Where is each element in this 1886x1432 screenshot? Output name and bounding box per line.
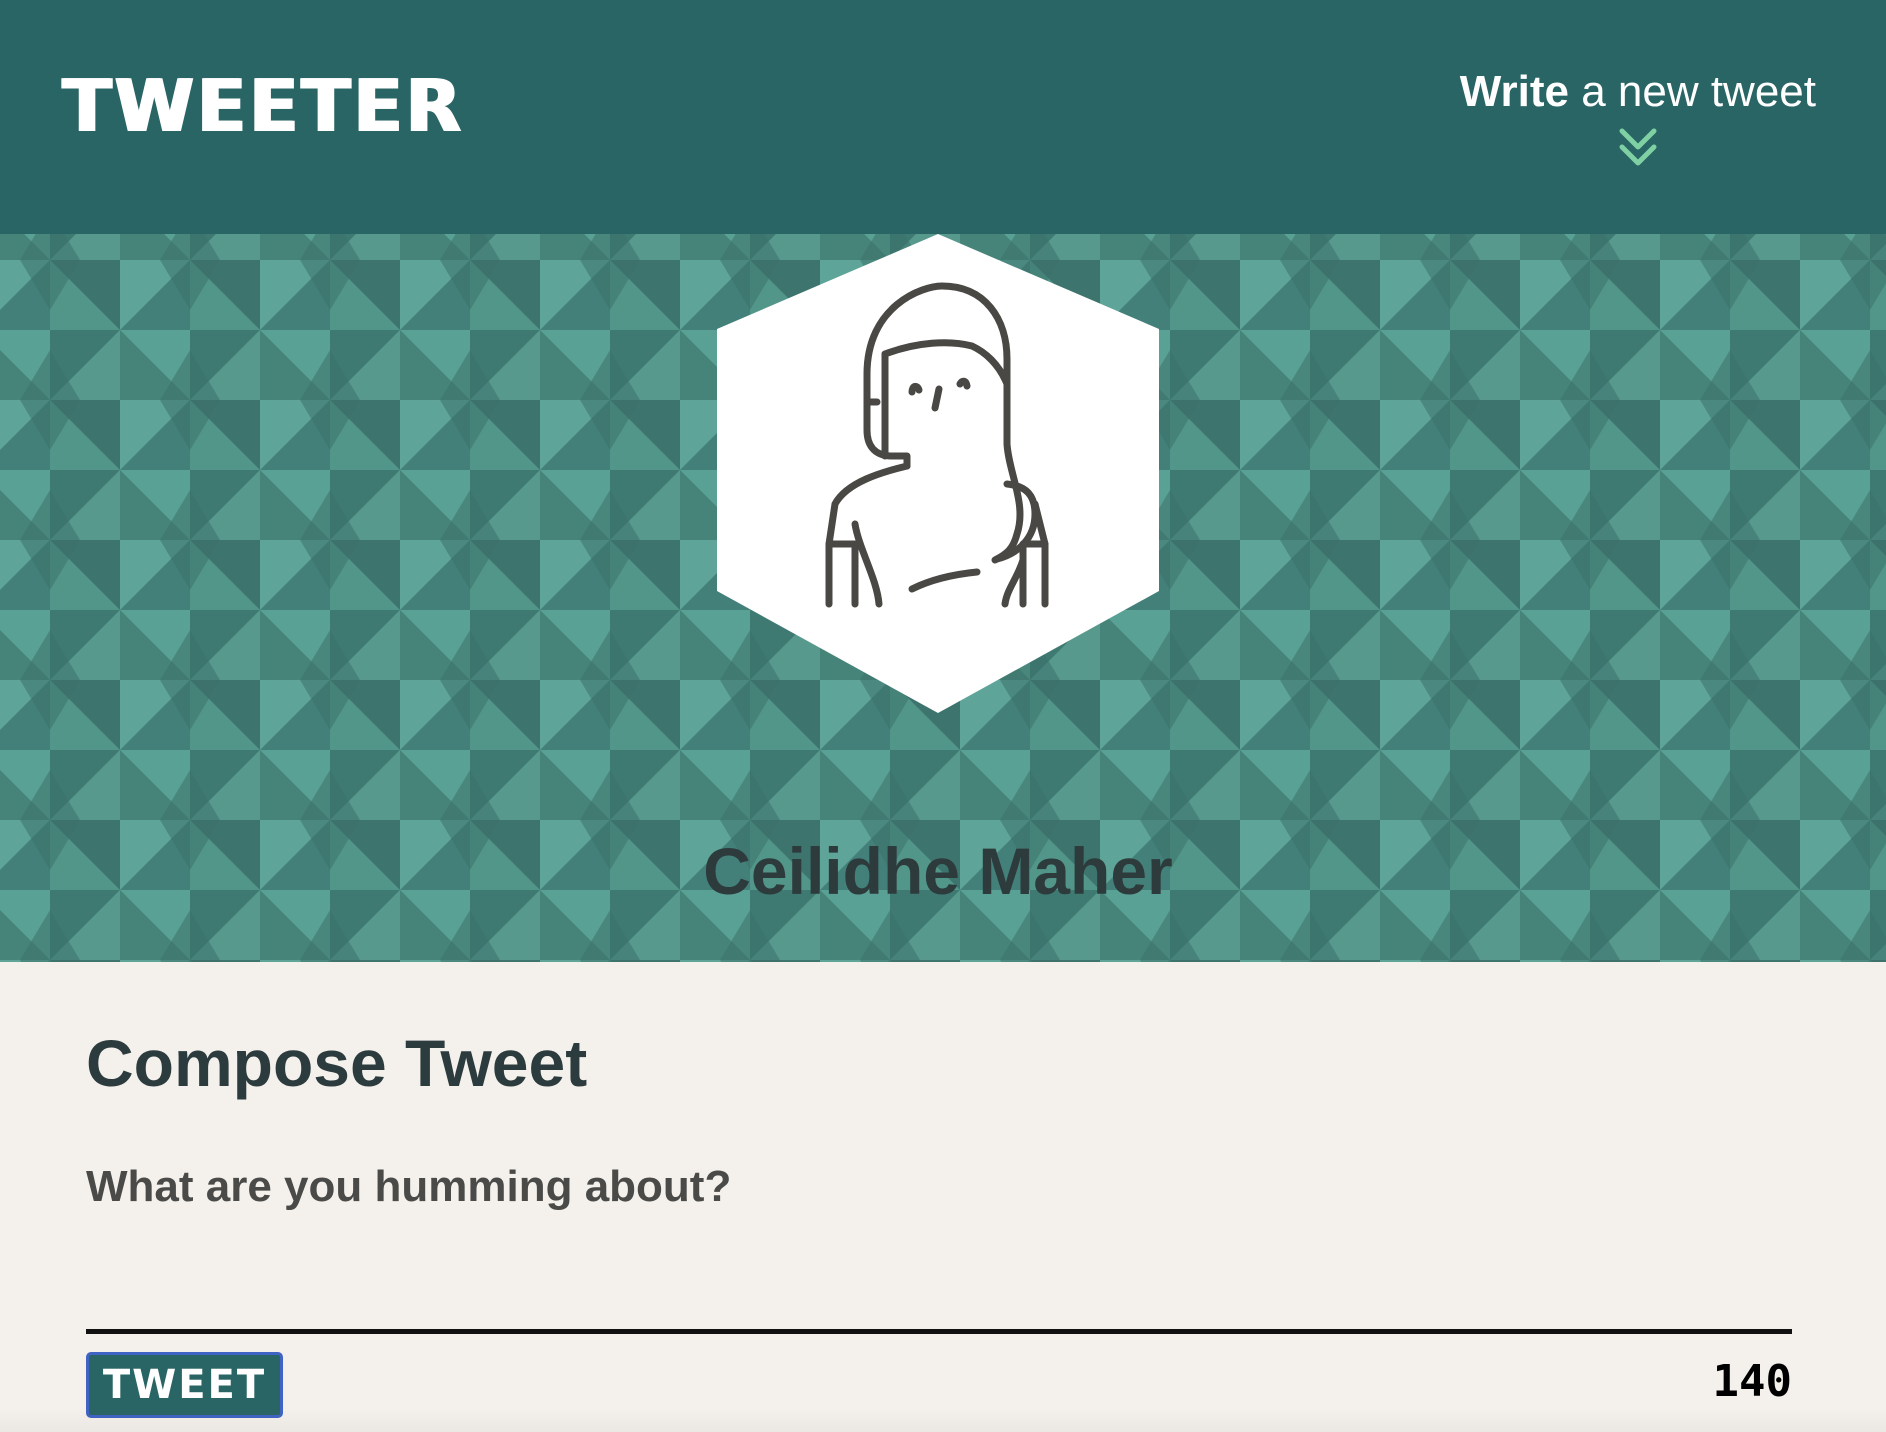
compose-title: Compose Tweet <box>86 1026 588 1100</box>
write-new-tweet-label-bold: Write <box>1459 67 1569 116</box>
profile-name: Ceilidhe Maher <box>703 834 1173 908</box>
character-counter: 140 <box>1712 1356 1792 1407</box>
compose-section: Compose Tweet TWEET 140 <box>86 1026 1792 1418</box>
write-new-tweet-label-rest: a new tweet <box>1568 67 1816 116</box>
top-nav: TWEETER Write a new tweet <box>0 0 1886 234</box>
write-new-tweet-label: Write a new tweet <box>1460 70 1816 114</box>
app-logo[interactable]: TWEETER <box>62 70 464 142</box>
double-chevron-down-icon[interactable] <box>1617 126 1659 170</box>
profile-avatar <box>717 234 1159 713</box>
tweet-textarea[interactable] <box>86 1162 1792 1334</box>
page-bottom-edge <box>0 1408 1886 1432</box>
write-new-tweet-toggle[interactable]: Write a new tweet <box>1460 70 1816 170</box>
